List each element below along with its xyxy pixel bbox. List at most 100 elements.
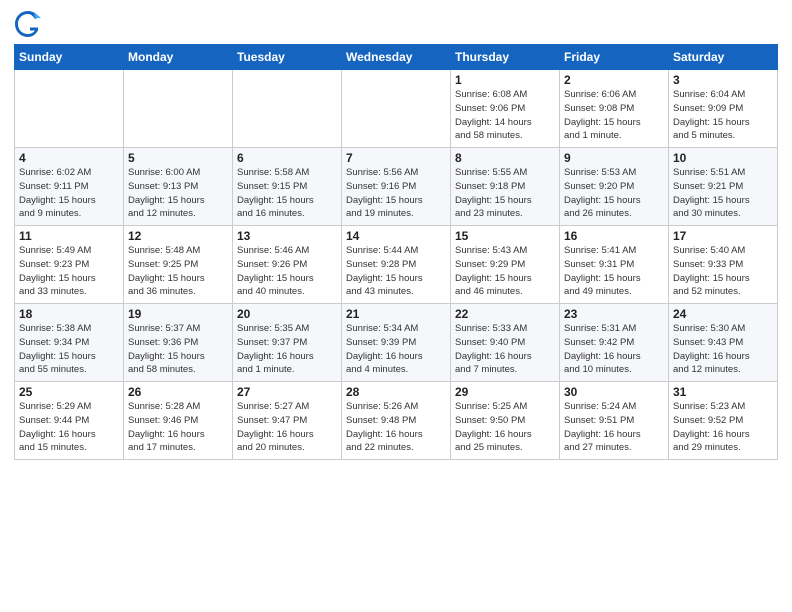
day-number: 11 [19, 229, 119, 243]
calendar-cell [342, 70, 451, 148]
calendar-cell: 6Sunrise: 5:58 AM Sunset: 9:15 PM Daylig… [233, 148, 342, 226]
calendar-cell: 7Sunrise: 5:56 AM Sunset: 9:16 PM Daylig… [342, 148, 451, 226]
header [14, 10, 778, 38]
day-number: 13 [237, 229, 337, 243]
day-number: 27 [237, 385, 337, 399]
day-info: Sunrise: 5:41 AM Sunset: 9:31 PM Dayligh… [564, 244, 664, 299]
day-info: Sunrise: 5:58 AM Sunset: 9:15 PM Dayligh… [237, 166, 337, 221]
day-info: Sunrise: 5:43 AM Sunset: 9:29 PM Dayligh… [455, 244, 555, 299]
calendar-page: SundayMondayTuesdayWednesdayThursdayFrid… [0, 0, 792, 612]
day-info: Sunrise: 5:53 AM Sunset: 9:20 PM Dayligh… [564, 166, 664, 221]
day-info: Sunrise: 5:46 AM Sunset: 9:26 PM Dayligh… [237, 244, 337, 299]
day-info: Sunrise: 5:48 AM Sunset: 9:25 PM Dayligh… [128, 244, 228, 299]
day-info: Sunrise: 5:38 AM Sunset: 9:34 PM Dayligh… [19, 322, 119, 377]
calendar-cell: 23Sunrise: 5:31 AM Sunset: 9:42 PM Dayli… [560, 304, 669, 382]
day-number: 16 [564, 229, 664, 243]
day-number: 26 [128, 385, 228, 399]
day-info: Sunrise: 5:37 AM Sunset: 9:36 PM Dayligh… [128, 322, 228, 377]
day-info: Sunrise: 5:44 AM Sunset: 9:28 PM Dayligh… [346, 244, 446, 299]
day-info: Sunrise: 5:49 AM Sunset: 9:23 PM Dayligh… [19, 244, 119, 299]
day-info: Sunrise: 5:56 AM Sunset: 9:16 PM Dayligh… [346, 166, 446, 221]
calendar-cell [124, 70, 233, 148]
day-number: 17 [673, 229, 773, 243]
day-info: Sunrise: 5:40 AM Sunset: 9:33 PM Dayligh… [673, 244, 773, 299]
day-number: 15 [455, 229, 555, 243]
calendar-cell [15, 70, 124, 148]
day-number: 1 [455, 73, 555, 87]
day-number: 28 [346, 385, 446, 399]
calendar-cell: 8Sunrise: 5:55 AM Sunset: 9:18 PM Daylig… [451, 148, 560, 226]
day-number: 7 [346, 151, 446, 165]
calendar-cell: 12Sunrise: 5:48 AM Sunset: 9:25 PM Dayli… [124, 226, 233, 304]
day-info: Sunrise: 5:24 AM Sunset: 9:51 PM Dayligh… [564, 400, 664, 455]
calendar-cell: 26Sunrise: 5:28 AM Sunset: 9:46 PM Dayli… [124, 382, 233, 460]
weekday-header: Sunday [15, 45, 124, 70]
day-number: 18 [19, 307, 119, 321]
day-info: Sunrise: 5:26 AM Sunset: 9:48 PM Dayligh… [346, 400, 446, 455]
day-number: 6 [237, 151, 337, 165]
calendar-cell: 4Sunrise: 6:02 AM Sunset: 9:11 PM Daylig… [15, 148, 124, 226]
calendar-header-row: SundayMondayTuesdayWednesdayThursdayFrid… [15, 45, 778, 70]
calendar-cell: 20Sunrise: 5:35 AM Sunset: 9:37 PM Dayli… [233, 304, 342, 382]
calendar-cell: 28Sunrise: 5:26 AM Sunset: 9:48 PM Dayli… [342, 382, 451, 460]
logo [14, 10, 46, 38]
day-number: 10 [673, 151, 773, 165]
calendar-cell: 9Sunrise: 5:53 AM Sunset: 9:20 PM Daylig… [560, 148, 669, 226]
weekday-header: Friday [560, 45, 669, 70]
calendar-cell: 3Sunrise: 6:04 AM Sunset: 9:09 PM Daylig… [669, 70, 778, 148]
day-number: 14 [346, 229, 446, 243]
calendar-week-row: 25Sunrise: 5:29 AM Sunset: 9:44 PM Dayli… [15, 382, 778, 460]
calendar-cell: 5Sunrise: 6:00 AM Sunset: 9:13 PM Daylig… [124, 148, 233, 226]
day-info: Sunrise: 5:25 AM Sunset: 9:50 PM Dayligh… [455, 400, 555, 455]
day-number: 24 [673, 307, 773, 321]
calendar-cell: 15Sunrise: 5:43 AM Sunset: 9:29 PM Dayli… [451, 226, 560, 304]
calendar-cell: 22Sunrise: 5:33 AM Sunset: 9:40 PM Dayli… [451, 304, 560, 382]
calendar-cell: 25Sunrise: 5:29 AM Sunset: 9:44 PM Dayli… [15, 382, 124, 460]
weekday-header: Thursday [451, 45, 560, 70]
day-number: 8 [455, 151, 555, 165]
weekday-header: Monday [124, 45, 233, 70]
day-info: Sunrise: 6:00 AM Sunset: 9:13 PM Dayligh… [128, 166, 228, 221]
day-number: 29 [455, 385, 555, 399]
weekday-header: Tuesday [233, 45, 342, 70]
calendar-week-row: 1Sunrise: 6:08 AM Sunset: 9:06 PM Daylig… [15, 70, 778, 148]
day-number: 23 [564, 307, 664, 321]
day-number: 12 [128, 229, 228, 243]
day-info: Sunrise: 5:31 AM Sunset: 9:42 PM Dayligh… [564, 322, 664, 377]
day-number: 20 [237, 307, 337, 321]
day-number: 21 [346, 307, 446, 321]
calendar-cell: 1Sunrise: 6:08 AM Sunset: 9:06 PM Daylig… [451, 70, 560, 148]
day-info: Sunrise: 5:28 AM Sunset: 9:46 PM Dayligh… [128, 400, 228, 455]
calendar-week-row: 18Sunrise: 5:38 AM Sunset: 9:34 PM Dayli… [15, 304, 778, 382]
calendar-cell: 30Sunrise: 5:24 AM Sunset: 9:51 PM Dayli… [560, 382, 669, 460]
calendar-cell: 17Sunrise: 5:40 AM Sunset: 9:33 PM Dayli… [669, 226, 778, 304]
day-info: Sunrise: 5:51 AM Sunset: 9:21 PM Dayligh… [673, 166, 773, 221]
day-number: 30 [564, 385, 664, 399]
calendar-cell [233, 70, 342, 148]
calendar-cell: 29Sunrise: 5:25 AM Sunset: 9:50 PM Dayli… [451, 382, 560, 460]
logo-icon [14, 10, 42, 38]
calendar-cell: 11Sunrise: 5:49 AM Sunset: 9:23 PM Dayli… [15, 226, 124, 304]
day-number: 2 [564, 73, 664, 87]
day-info: Sunrise: 5:23 AM Sunset: 9:52 PM Dayligh… [673, 400, 773, 455]
calendar-week-row: 4Sunrise: 6:02 AM Sunset: 9:11 PM Daylig… [15, 148, 778, 226]
day-info: Sunrise: 5:34 AM Sunset: 9:39 PM Dayligh… [346, 322, 446, 377]
calendar-cell: 14Sunrise: 5:44 AM Sunset: 9:28 PM Dayli… [342, 226, 451, 304]
day-number: 31 [673, 385, 773, 399]
day-number: 22 [455, 307, 555, 321]
day-info: Sunrise: 6:04 AM Sunset: 9:09 PM Dayligh… [673, 88, 773, 143]
calendar-table: SundayMondayTuesdayWednesdayThursdayFrid… [14, 44, 778, 460]
day-info: Sunrise: 5:33 AM Sunset: 9:40 PM Dayligh… [455, 322, 555, 377]
day-info: Sunrise: 6:08 AM Sunset: 9:06 PM Dayligh… [455, 88, 555, 143]
day-number: 4 [19, 151, 119, 165]
day-number: 3 [673, 73, 773, 87]
calendar-cell: 21Sunrise: 5:34 AM Sunset: 9:39 PM Dayli… [342, 304, 451, 382]
calendar-cell: 10Sunrise: 5:51 AM Sunset: 9:21 PM Dayli… [669, 148, 778, 226]
day-info: Sunrise: 5:27 AM Sunset: 9:47 PM Dayligh… [237, 400, 337, 455]
day-info: Sunrise: 5:35 AM Sunset: 9:37 PM Dayligh… [237, 322, 337, 377]
day-number: 19 [128, 307, 228, 321]
calendar-cell: 24Sunrise: 5:30 AM Sunset: 9:43 PM Dayli… [669, 304, 778, 382]
weekday-header: Saturday [669, 45, 778, 70]
calendar-week-row: 11Sunrise: 5:49 AM Sunset: 9:23 PM Dayli… [15, 226, 778, 304]
calendar-cell: 16Sunrise: 5:41 AM Sunset: 9:31 PM Dayli… [560, 226, 669, 304]
